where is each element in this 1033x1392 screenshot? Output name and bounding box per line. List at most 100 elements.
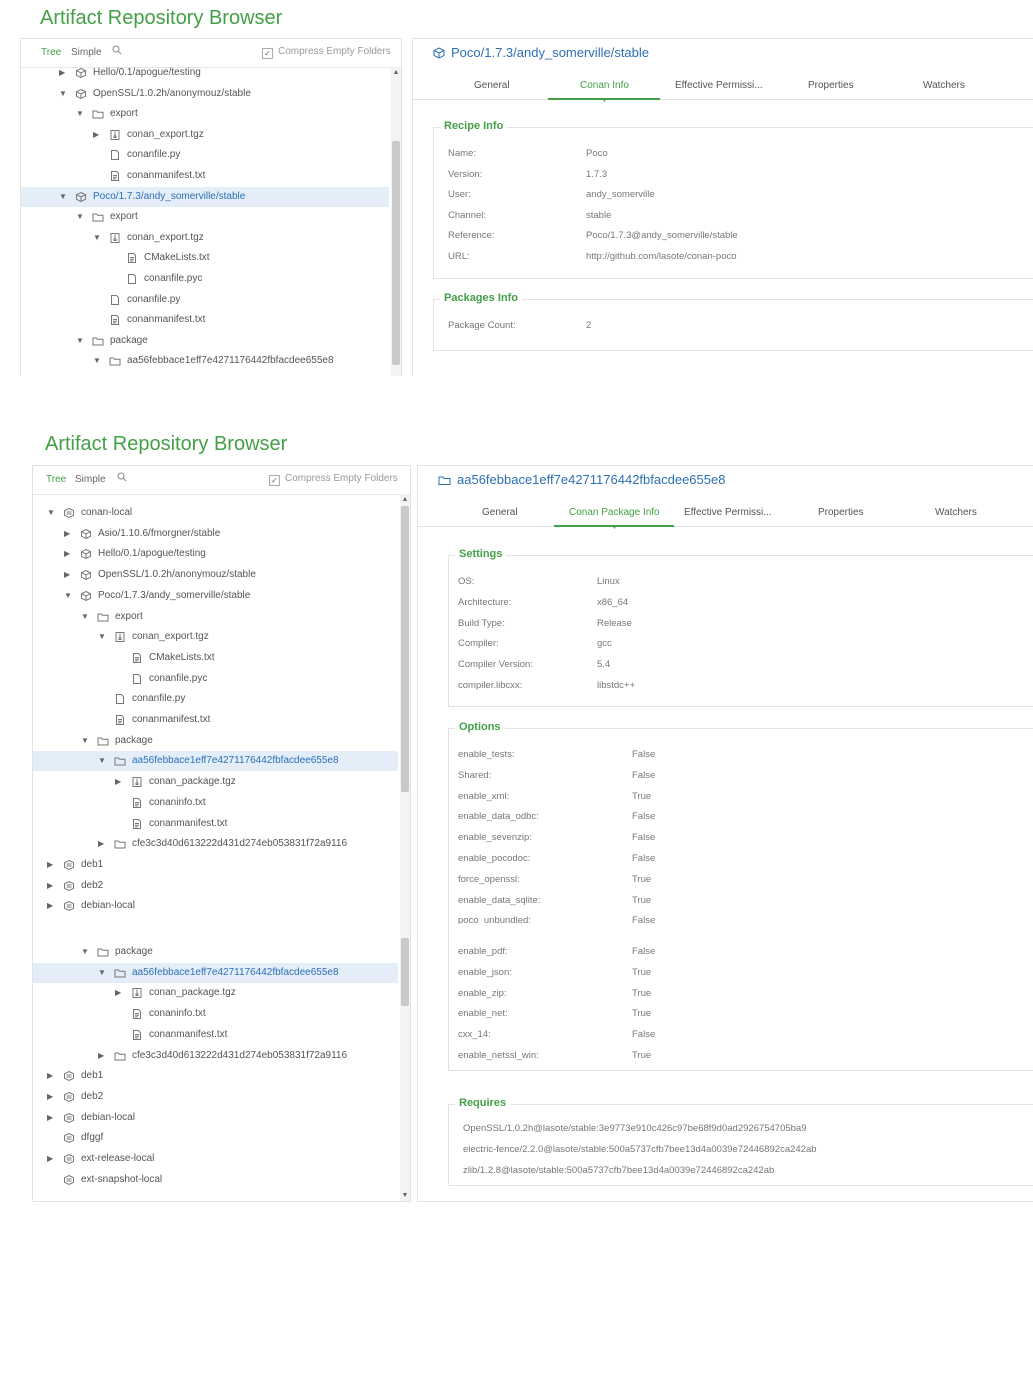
tree-node[interactable]: ▶ cfe3c3d40d613222d431d274eb053831f72a911… — [33, 834, 398, 854]
tab-conan-info[interactable]: Conan Info — [580, 80, 629, 91]
scroll-up-icon[interactable]: ▲ — [400, 496, 410, 503]
chevron-right-icon[interactable]: ▶ — [47, 901, 53, 910]
simple-tab[interactable]: Simple — [71, 47, 102, 58]
chevron-right-icon[interactable]: ▶ — [47, 1154, 53, 1163]
compress-empty-folders-checkbox[interactable]: ✓ Compress Empty Folders — [269, 473, 398, 486]
chevron-right-icon[interactable]: ▶ — [115, 988, 121, 997]
tree-node[interactable]: ▶ conan_export.tgz — [21, 125, 389, 145]
tree-node[interactable]: ▶ OpenSSL/1.0.2h/anonymouz/stable — [33, 565, 398, 585]
tab-conan-package-info[interactable]: Conan Package Info — [569, 507, 660, 518]
scrollbar-thumb[interactable] — [401, 506, 409, 792]
chevron-right-icon[interactable]: ▶ — [98, 839, 104, 848]
tab-general[interactable]: General — [474, 80, 510, 91]
tree-node[interactable]: CMakeLists.txt — [33, 648, 398, 668]
tree-node[interactable]: conaninfo.txt — [33, 1004, 398, 1024]
tree-node[interactable]: conanfile.py — [33, 689, 398, 709]
tree-node[interactable]: ▼ aa56febbace1eff7e4271176442fbfacdee655e… — [33, 962, 398, 983]
tree-node[interactable]: conanfile.pyc — [21, 269, 389, 289]
scroll-down-icon[interactable]: ▼ — [400, 1192, 410, 1199]
tree-scrollbar[interactable]: ▼ — [400, 924, 410, 1201]
chevron-right-icon[interactable]: ▶ — [47, 1071, 53, 1080]
scroll-up-icon[interactable]: ▲ — [391, 69, 401, 76]
chevron-right-icon[interactable]: ▶ — [64, 549, 70, 558]
chevron-down-icon[interactable]: ▼ — [76, 336, 84, 345]
chevron-down-icon[interactable]: ▼ — [98, 968, 106, 977]
chevron-right-icon[interactable]: ▶ — [47, 860, 53, 869]
tree-node[interactable]: ▼ export — [33, 607, 398, 627]
chevron-right-icon[interactable]: ▶ — [115, 777, 121, 786]
chevron-down-icon[interactable]: ▼ — [81, 947, 89, 956]
tree-node[interactable]: ▶ deb2 — [33, 1087, 398, 1107]
tree-tab[interactable]: Tree — [41, 47, 61, 58]
tree-node[interactable]: ▶ deb1 — [33, 1066, 398, 1086]
chevron-down-icon[interactable]: ▼ — [81, 612, 89, 621]
search-icon[interactable] — [117, 472, 127, 482]
tree-node[interactable]: conanfile.py — [21, 145, 389, 165]
tree-scrollbar[interactable]: ▲ — [400, 494, 410, 924]
tree-node[interactable]: conanmanifest.txt — [21, 310, 389, 330]
tree-node[interactable]: ▶ Asio/1.10.6/fmorgner/stable — [33, 524, 398, 544]
chevron-down-icon[interactable]: ▼ — [93, 233, 101, 242]
tree-node[interactable]: ▼ Poco/1.7.3/andy_somerville/stable — [21, 186, 389, 207]
tree-node[interactable]: conanmanifest.txt — [21, 166, 389, 186]
tree-node[interactable]: conanfile.pyc — [33, 669, 398, 689]
tree-node[interactable]: conanmanifest.txt — [33, 814, 398, 834]
chevron-right-icon[interactable]: ▶ — [47, 1092, 53, 1101]
chevron-down-icon[interactable]: ▼ — [93, 356, 101, 365]
tree-node[interactable]: ▶ debian-local — [33, 1108, 398, 1128]
tree-node[interactable]: ▶ conan_package.tgz — [33, 772, 398, 792]
chevron-down-icon[interactable]: ▼ — [59, 89, 67, 98]
tree-node[interactable]: conanfile.py — [21, 290, 389, 310]
tree-node[interactable]: ▼ export — [21, 207, 389, 227]
chevron-right-icon[interactable]: ▶ — [64, 529, 70, 538]
chevron-right-icon[interactable]: ▶ — [47, 1113, 53, 1122]
tree-tab[interactable]: Tree — [46, 474, 66, 485]
tree-scrollbar[interactable]: ▲ — [391, 67, 401, 376]
tree-node[interactable]: ▶ debian-local — [33, 896, 398, 916]
tree-node[interactable]: ▼ conan_export.tgz — [21, 228, 389, 248]
chevron-right-icon[interactable]: ▶ — [59, 68, 65, 77]
chevron-down-icon[interactable]: ▼ — [47, 508, 55, 517]
tree-node[interactable]: ▼ conan_export.tgz — [33, 627, 398, 647]
chevron-down-icon[interactable]: ▼ — [64, 591, 72, 600]
tree-node[interactable]: ▶ deb2 — [33, 876, 398, 896]
tree-node[interactable]: ▼ OpenSSL/1.0.2h/anonymouz/stable — [21, 84, 389, 104]
chevron-down-icon[interactable]: ▼ — [98, 756, 106, 765]
tree-node[interactable]: ▼ package — [33, 942, 398, 962]
chevron-down-icon[interactable]: ▼ — [76, 212, 84, 221]
tab-general[interactable]: General — [482, 507, 518, 518]
chevron-down-icon[interactable]: ▼ — [98, 632, 106, 641]
compress-empty-folders-checkbox[interactable]: ✓ Compress Empty Folders — [262, 46, 391, 59]
tab-effective-permissi[interactable]: Effective Permissi... — [675, 80, 763, 91]
tree-node[interactable]: ▶ ext-release-local — [33, 1149, 398, 1169]
tree-node[interactable]: ▼ aa56febbace1eff7e4271176442fbfacdee655e… — [21, 351, 389, 371]
tree-node[interactable]: dfggf — [33, 1128, 398, 1148]
chevron-right-icon[interactable]: ▶ — [98, 1051, 104, 1060]
chevron-down-icon[interactable]: ▼ — [81, 736, 89, 745]
scrollbar-thumb[interactable] — [392, 141, 400, 365]
tree-node[interactable]: ▼ export — [21, 104, 389, 124]
tree-node[interactable]: ▶ conan_package.tgz — [33, 983, 398, 1003]
tree-node[interactable]: CMakeLists.txt — [21, 248, 389, 268]
scrollbar-thumb[interactable] — [401, 938, 409, 1006]
tree-node[interactable]: conanmanifest.txt — [33, 1025, 398, 1045]
tree-node[interactable]: ▼ conan-local — [33, 503, 398, 523]
tab-effective-permissi[interactable]: Effective Permissi... — [684, 507, 772, 518]
tree-node[interactable]: ▶ deb1 — [33, 855, 398, 875]
simple-tab[interactable]: Simple — [75, 474, 106, 485]
chevron-down-icon[interactable]: ▼ — [59, 192, 67, 201]
tree-node[interactable]: conaninfo.txt — [33, 793, 398, 813]
tab-watchers[interactable]: Watchers — [935, 507, 977, 518]
chevron-right-icon[interactable]: ▶ — [64, 570, 70, 579]
tab-properties[interactable]: Properties — [808, 80, 854, 91]
tree-node[interactable]: ▶ Hello/0.1/apogue/testing — [33, 544, 398, 564]
tree-node[interactable]: ext-snapshot-local — [33, 1170, 398, 1190]
tab-watchers[interactable]: Watchers — [923, 80, 965, 91]
chevron-right-icon[interactable]: ▶ — [93, 130, 99, 139]
tree-node[interactable]: ▶ cfe3c3d40d613222d431d274eb053831f72a911… — [33, 1046, 398, 1066]
tree-node[interactable]: ▼ package — [33, 731, 398, 751]
tab-properties[interactable]: Properties — [818, 507, 864, 518]
chevron-right-icon[interactable]: ▶ — [47, 881, 53, 890]
chevron-down-icon[interactable]: ▼ — [76, 109, 84, 118]
tree-node[interactable]: ▼ aa56febbace1eff7e4271176442fbfacdee655e… — [33, 751, 398, 772]
